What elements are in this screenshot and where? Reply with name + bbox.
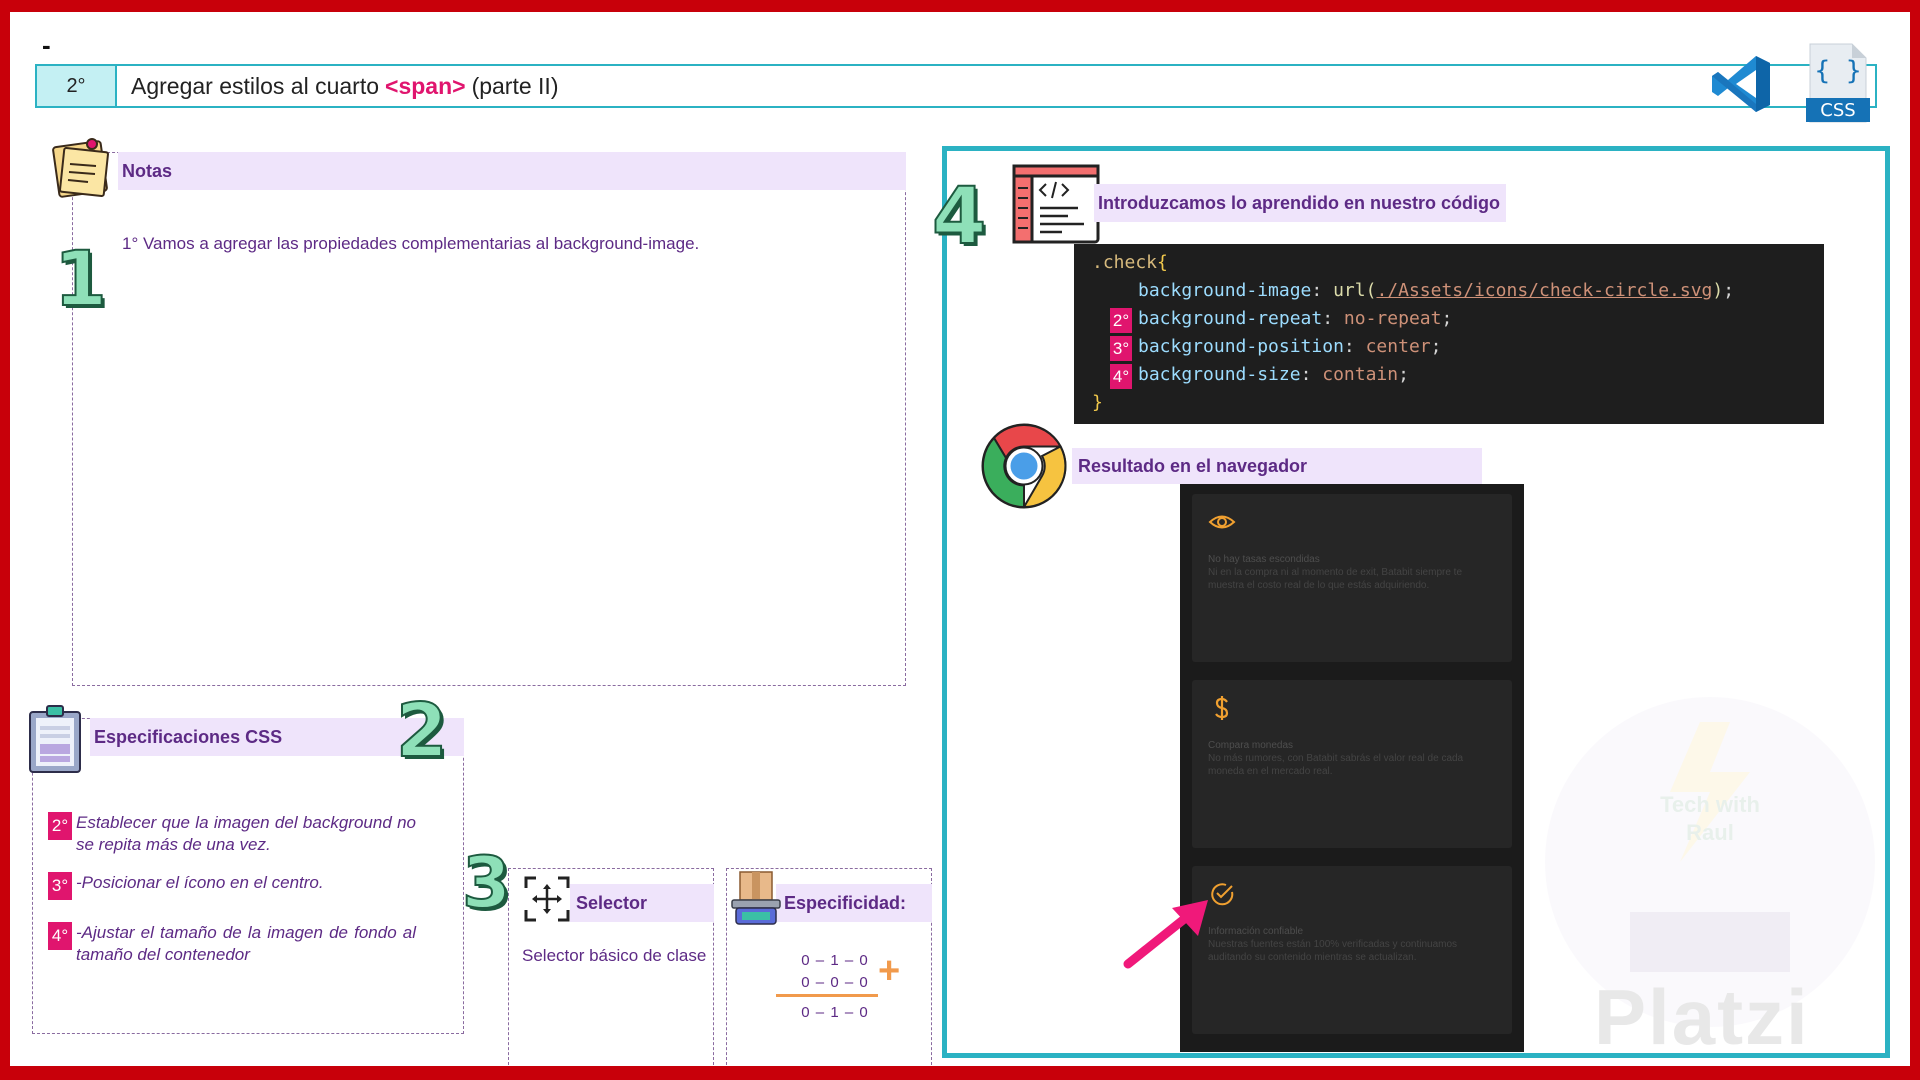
specificity-row: 0 – 0 – 0 (801, 974, 869, 991)
header-step-number: 2° (37, 66, 117, 106)
spec-item: 2° Establecer que la imagen del backgrou… (48, 812, 416, 856)
sticky-note-icon (52, 138, 109, 198)
spec-text: Establecer que la imagen del background … (76, 813, 416, 854)
spec-item: 3° -Posicionar el ícono en el centro. (48, 872, 416, 900)
step-number-4: 4 (931, 171, 987, 263)
check-circle-icon (1211, 883, 1234, 906)
scale-icon (731, 871, 781, 925)
code-block: .check{ background-image: url(./Assets/i… (1074, 244, 1824, 424)
feature-card: Información confiable Nuestras fuentes e… (1192, 866, 1512, 1034)
header-bar: 2° Agregar estilos al cuarto <span> (par… (35, 64, 1877, 108)
slide: - 2° Agregar estilos al cuarto <span> (p… (10, 12, 1910, 1066)
spec-badge: 2° (48, 812, 72, 840)
notes-heading: Notas (118, 152, 906, 190)
notes-box (72, 152, 906, 686)
dash-mark: - (42, 30, 51, 60)
code-property: background-size (1138, 364, 1301, 385)
code-line: .check{ (1092, 252, 1168, 273)
code-value: no-repeat (1343, 308, 1442, 329)
watermark-text: Tech with (1660, 792, 1760, 817)
browser-heading: Resultado en el navegador (1072, 448, 1482, 484)
code-badge: 4° (1110, 364, 1132, 389)
code-window-icon (1012, 164, 1100, 244)
code-line: background-position: center; (1138, 336, 1442, 357)
header-title-after: (parte II) (471, 72, 559, 99)
feature-card: Compara monedas No más rumores, con Bata… (1192, 680, 1512, 848)
platzi-watermark: Platzi (1594, 973, 1810, 1061)
browser-screenshot: No hay tasas escondidas Ni en la compra … (1180, 484, 1524, 1052)
spec-badge: 4° (48, 922, 72, 950)
specificity-row: 0 – 1 – 0 (801, 1004, 869, 1021)
spec-text: -Ajustar el tamaño de la imagen de fondo… (76, 923, 416, 964)
css-file-icon-label: CSS (1820, 100, 1856, 121)
vscode-icon (1712, 56, 1770, 112)
selector-heading: Selector (570, 884, 714, 922)
specificity-heading: Especificidad: (776, 884, 932, 922)
eye-icon (1208, 515, 1236, 529)
code-function-close: ) (1712, 280, 1724, 301)
spec-badge: 3° (48, 872, 72, 900)
code-value: contain (1322, 364, 1399, 385)
code-property: background-repeat (1138, 308, 1323, 329)
code-badge: 2° (1110, 308, 1132, 333)
selector-text: Selector básico de clase (522, 946, 707, 965)
code-badge: 3° (1110, 336, 1132, 361)
plus-sign: + (878, 950, 901, 992)
spec-text: -Posicionar el ícono en el centro. (76, 873, 324, 892)
step-number-3: 3 (461, 841, 512, 925)
watermark-text: Raul (1686, 820, 1734, 845)
header-title: Agregar estilos al cuarto <span> (parte … (117, 66, 558, 106)
chrome-icon (981, 423, 1067, 509)
card-description: Nuestras fuentes están 100% verificadas … (1208, 939, 1458, 963)
dollar-icon (1215, 696, 1229, 720)
code-line: background-repeat: no-repeat; (1138, 308, 1453, 329)
header-title-tag: <span> (385, 72, 466, 99)
code-property: background-image (1138, 280, 1312, 301)
card-description: Ni en la compra ni al momento de exit, B… (1208, 567, 1463, 591)
code-line: background-image: url(./Assets/icons/che… (1138, 280, 1735, 301)
code-open-brace: { (1157, 252, 1168, 273)
move-selection-icon (524, 876, 570, 922)
card-title: Información confiable (1208, 926, 1304, 937)
notes-text: 1° Vamos a agregar las propiedades compl… (122, 234, 700, 253)
card-title: Compara monedas (1208, 740, 1294, 751)
code-heading: Introduzcamos lo aprendido en nuestro có… (1094, 184, 1506, 222)
step-number-1: 1 (53, 233, 108, 324)
code-function: url( (1333, 280, 1377, 301)
clipboard-icon (29, 705, 81, 773)
step-number-2: 2 (395, 687, 448, 775)
code-line: } (1092, 392, 1103, 413)
card-title: No hay tasas escondidas (1208, 554, 1320, 565)
css-file-icon-glyph: { } (1814, 56, 1862, 86)
code-selector: .check (1092, 252, 1158, 273)
code-url: ./Assets/icons/check-circle.svg (1376, 280, 1713, 301)
code-line: background-size: contain; (1138, 364, 1409, 385)
code-close-brace: } (1092, 392, 1103, 413)
header-title-before: Agregar estilos al cuarto (131, 72, 380, 99)
css-file-icon: { } CSS (1806, 42, 1870, 124)
specificity-row: 0 – 1 – 0 (801, 952, 869, 969)
code-value: center (1365, 336, 1431, 357)
code-property: background-position (1138, 336, 1344, 357)
card-description: No más rumores, con Batabit sabrás el va… (1208, 753, 1464, 777)
spec-item: 4° -Ajustar el tamaño de la imagen de fo… (48, 922, 416, 966)
specificity-sum-line (776, 994, 878, 997)
pointer-arrow-icon (1123, 900, 1208, 969)
feature-card: No hay tasas escondidas Ni en la compra … (1192, 494, 1512, 662)
